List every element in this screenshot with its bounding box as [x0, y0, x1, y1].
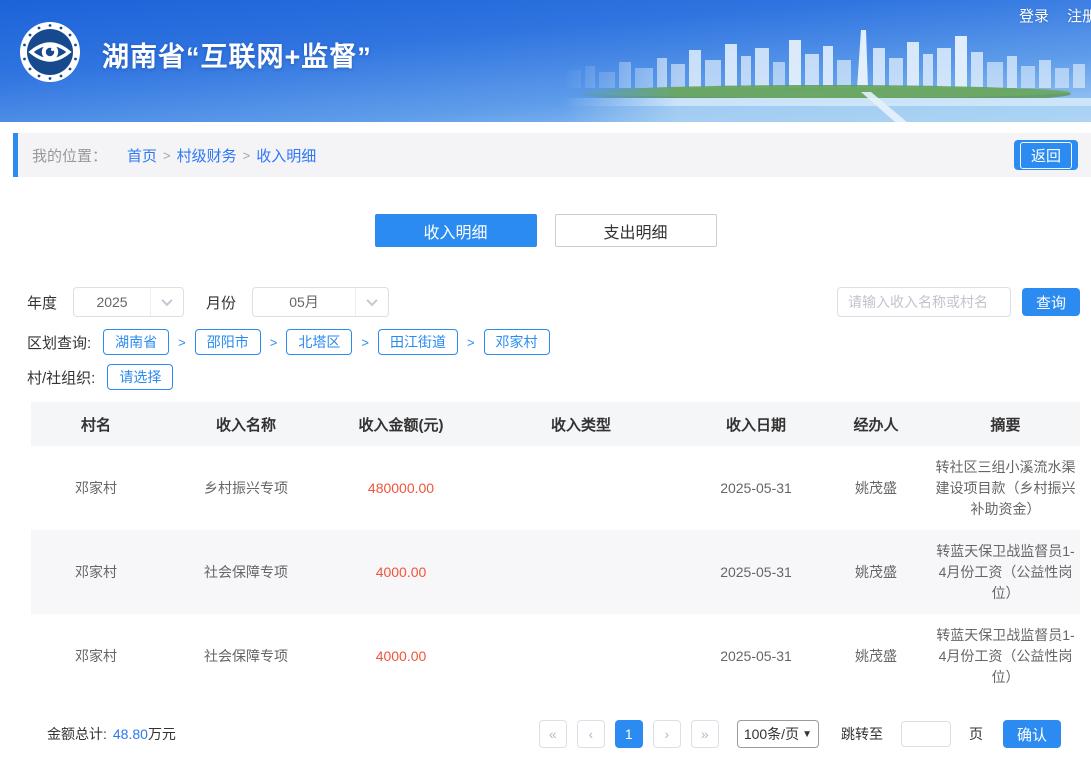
pagination: « ‹ 1 › » 100条/页 ▼ 跳转至 页 确认 [538, 720, 1061, 748]
region-street-button[interactable]: 田江街道 [377, 329, 458, 355]
cell-amount: 4000.00 [375, 647, 427, 664]
page-size-select[interactable]: 100条/页 ▼ [736, 720, 819, 748]
table-header-row: 村名 收入名称 收入金额(元) 收入类型 收入日期 经办人 摘要 [31, 402, 1080, 446]
cell-income-date: 2025-05-31 [720, 479, 792, 496]
login-link[interactable]: 登录 [1019, 5, 1049, 26]
cell-village: 邓家村 [75, 479, 117, 496]
total-label: 金额总计: [47, 726, 107, 742]
brand: 湖南省“互联网+监督” [18, 20, 372, 89]
table-row: 邓家村 社会保障专项 4000.00 2025-05-31 姚茂盛 转蓝天保卫战… [31, 614, 1080, 698]
cell-amount: 480000.00 [367, 479, 435, 496]
cell-operator: 姚茂盛 [855, 563, 897, 580]
org-row: 村/社组织: 请选择 [27, 364, 1080, 390]
search-input[interactable] [836, 287, 1011, 317]
cell-village: 邓家村 [75, 563, 117, 580]
register-link[interactable]: 注册 [1067, 5, 1091, 26]
tab-expense-detail[interactable]: 支出明细 [554, 214, 717, 247]
month-select[interactable]: 05月 [252, 287, 390, 317]
cell-income-type [471, 530, 691, 614]
cell-income-name: 乡村振兴专项 [204, 479, 288, 496]
region-query-label: 区划查询: [27, 334, 92, 352]
breadcrumb-village-finance-link[interactable]: 村级财务 [177, 145, 237, 166]
total-unit: 万元 [147, 726, 176, 742]
last-page-button[interactable]: » [690, 720, 719, 748]
col-village: 村名 [31, 402, 161, 446]
site-title: 湖南省“互联网+监督” [102, 42, 372, 72]
chevron-down-icon [355, 288, 388, 316]
jump-page-input[interactable] [900, 721, 951, 747]
month-label: 月份 [206, 294, 237, 312]
col-income-type: 收入类型 [471, 402, 691, 446]
cell-income-type [471, 614, 691, 698]
search-group: 查询 [836, 287, 1080, 317]
filter-row: 年度 2025 月份 05月 查询 [27, 287, 1080, 317]
cell-income-name: 社会保障专项 [204, 647, 288, 664]
footer-row: 金额总计: 48.80 万元 « ‹ 1 › » 100条/页 ▼ 跳转至 页 … [47, 720, 1061, 748]
org-label: 村/社组织: [27, 369, 96, 387]
cell-operator: 姚茂盛 [855, 647, 897, 664]
breadcrumb-home-link[interactable]: 首页 [127, 145, 157, 166]
next-page-button[interactable]: › [652, 720, 681, 748]
region-separator: > [178, 334, 186, 350]
cell-amount: 4000.00 [375, 563, 427, 580]
city-skyline-image [561, 22, 1091, 122]
income-table: 村名 收入名称 收入金额(元) 收入类型 收入日期 经办人 摘要 邓家村 乡村振… [31, 402, 1080, 698]
region-province-button[interactable]: 湖南省 [103, 329, 170, 355]
breadcrumb-income-detail-link[interactable]: 收入明细 [256, 145, 316, 166]
cell-summary: 转蓝天保卫战监督员1-4月份工资（公益性岗位） [936, 542, 1075, 601]
prev-page-button[interactable]: ‹ [576, 720, 605, 748]
col-summary: 摘要 [931, 402, 1080, 446]
cell-summary: 转蓝天保卫战监督员1-4月份工资（公益性岗位） [936, 626, 1075, 685]
detail-tabs: 收入明细 支出明细 [0, 214, 1091, 247]
total-value: 48.80 [112, 726, 148, 742]
jump-to-label: 跳转至 [840, 726, 883, 742]
eye-logo-icon [18, 20, 82, 89]
year-select[interactable]: 2025 [73, 287, 185, 317]
tab-income-detail[interactable]: 收入明细 [374, 214, 537, 247]
back-button[interactable]: 返回 [1013, 140, 1078, 170]
region-village-button[interactable]: 邓家村 [483, 329, 550, 355]
month-select-value: 05月 [289, 294, 319, 310]
year-label: 年度 [27, 294, 58, 312]
region-separator: > [466, 334, 475, 350]
breadcrumb-separator: > [163, 147, 171, 163]
breadcrumb-label: 我的位置： [32, 147, 108, 165]
breadcrumb-separator: > [242, 147, 251, 163]
search-button[interactable]: 查询 [1021, 288, 1080, 316]
year-select-value: 2025 [96, 294, 128, 310]
col-amount: 收入金额(元) [331, 402, 471, 446]
region-separator: > [269, 334, 278, 350]
confirm-button[interactable]: 确认 [1002, 720, 1061, 748]
chevron-down-icon [150, 288, 183, 316]
auth-links: 登录 注册 [1019, 5, 1091, 26]
region-query-row: 区划查询: 湖南省 > 邵阳市 > 北塔区 > 田江街道 > 邓家村 [27, 329, 1080, 355]
col-income-date: 收入日期 [691, 402, 821, 446]
col-operator: 经办人 [821, 402, 931, 446]
page-1-button[interactable]: 1 [614, 720, 643, 748]
back-button-label: 返回 [1019, 141, 1072, 169]
region-separator: > [361, 334, 369, 350]
first-page-button[interactable]: « [538, 720, 567, 748]
table-row: 邓家村 社会保障专项 4000.00 2025-05-31 姚茂盛 转蓝天保卫战… [31, 530, 1080, 614]
region-city-button[interactable]: 邵阳市 [194, 329, 261, 355]
page-size-value: 100条/页 [743, 726, 800, 742]
header-banner: 登录 注册 湖南省“互联网+监督” [0, 0, 1091, 122]
cell-income-date: 2025-05-31 [720, 647, 792, 664]
cell-village: 邓家村 [75, 647, 117, 664]
cell-income-name: 社会保障专项 [204, 563, 288, 580]
jump-unit-label: 页 [968, 726, 983, 742]
cell-income-type [471, 446, 691, 530]
org-select-button[interactable]: 请选择 [107, 364, 174, 390]
cell-summary: 转社区三组小溪流水渠建设项目款（乡村振兴补助资金） [935, 458, 1076, 517]
breadcrumb: 我的位置： 首页 > 村级财务 > 收入明细 返回 [13, 133, 1091, 177]
region-district-button[interactable]: 北塔区 [286, 329, 353, 355]
col-income-name: 收入名称 [161, 402, 331, 446]
chevron-down-icon: ▼ [802, 728, 812, 740]
table-row: 邓家村 乡村振兴专项 480000.00 2025-05-31 姚茂盛 转社区三… [31, 446, 1080, 530]
cell-income-date: 2025-05-31 [720, 563, 792, 580]
cell-operator: 姚茂盛 [855, 479, 897, 496]
